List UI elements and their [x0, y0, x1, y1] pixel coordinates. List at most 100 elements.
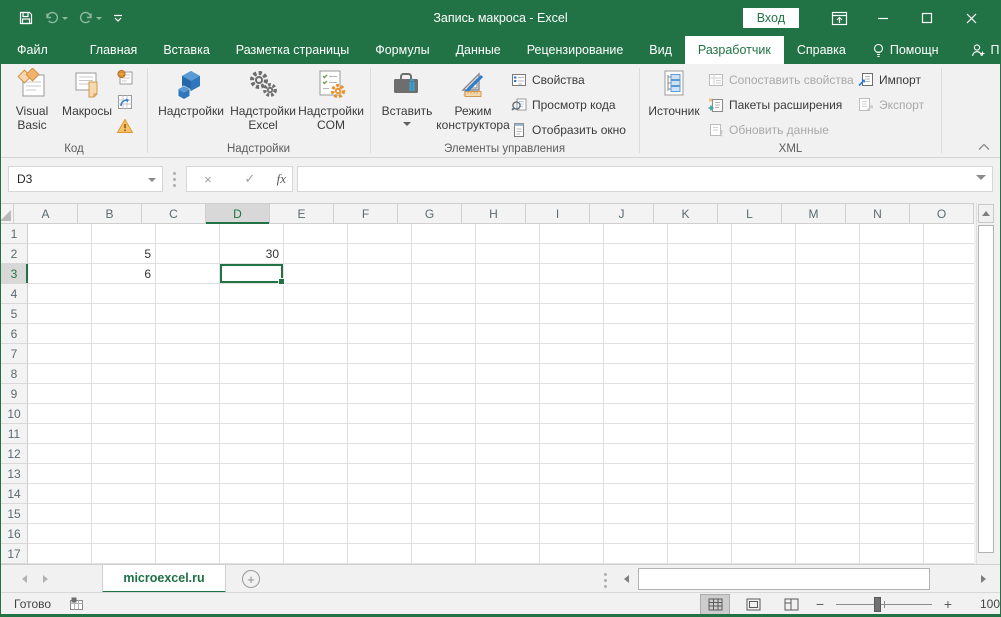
cell-C4[interactable] [156, 284, 220, 304]
cell-F4[interactable] [348, 284, 412, 304]
row-header-6[interactable]: 6 [1, 324, 28, 344]
cell-I12[interactable] [540, 444, 604, 464]
minimize-button[interactable] [861, 0, 905, 36]
cell-I3[interactable] [540, 264, 604, 284]
cell-D10[interactable] [220, 404, 284, 424]
cell-E7[interactable] [284, 344, 348, 364]
cell-F15[interactable] [348, 504, 412, 524]
cell-K8[interactable] [668, 364, 732, 384]
cell-B7[interactable] [92, 344, 156, 364]
cell-I7[interactable] [540, 344, 604, 364]
cell-K7[interactable] [668, 344, 732, 364]
cell-J12[interactable] [604, 444, 668, 464]
cell-E9[interactable] [284, 384, 348, 404]
cell-B16[interactable] [92, 524, 156, 544]
cell-I6[interactable] [540, 324, 604, 344]
cell-B12[interactable] [92, 444, 156, 464]
cell-A13[interactable] [28, 464, 92, 484]
cell-K13[interactable] [668, 464, 732, 484]
cell-O16[interactable] [924, 524, 974, 544]
cell-C8[interactable] [156, 364, 220, 384]
cell-G9[interactable] [412, 384, 476, 404]
cell-L4[interactable] [732, 284, 796, 304]
cell-J14[interactable] [604, 484, 668, 504]
cell-H3[interactable] [476, 264, 540, 284]
cell-A10[interactable] [28, 404, 92, 424]
zoom-out-button[interactable]: − [812, 596, 828, 612]
cell-E1[interactable] [284, 224, 348, 244]
row-header-17[interactable]: 17 [1, 544, 28, 564]
cell-K17[interactable] [668, 544, 732, 564]
cell-M4[interactable] [796, 284, 860, 304]
horizontal-scrollbar-thumb[interactable] [638, 568, 930, 590]
cell-K1[interactable] [668, 224, 732, 244]
cell-I9[interactable] [540, 384, 604, 404]
cell-B10[interactable] [92, 404, 156, 424]
cell-B5[interactable] [92, 304, 156, 324]
cell-F9[interactable] [348, 384, 412, 404]
column-header-H[interactable]: H [462, 204, 526, 224]
cell-E14[interactable] [284, 484, 348, 504]
cell-N9[interactable] [860, 384, 924, 404]
sheet-tab-active[interactable]: microexcel.ru [102, 565, 226, 593]
cell-E13[interactable] [284, 464, 348, 484]
cell-M16[interactable] [796, 524, 860, 544]
cell-M15[interactable] [796, 504, 860, 524]
cell-D8[interactable] [220, 364, 284, 384]
row-header-4[interactable]: 4 [1, 284, 28, 304]
cell-K14[interactable] [668, 484, 732, 504]
tab-tell-me[interactable]: Помощн [859, 36, 952, 64]
cell-G13[interactable] [412, 464, 476, 484]
cell-B3[interactable]: 6 [92, 264, 156, 284]
cell-B2[interactable]: 5 [92, 244, 156, 264]
cell-B9[interactable] [92, 384, 156, 404]
tab-home[interactable]: Главная [77, 36, 151, 64]
cell-L12[interactable] [732, 444, 796, 464]
cell-K15[interactable] [668, 504, 732, 524]
row-header-14[interactable]: 14 [1, 484, 28, 504]
cell-J6[interactable] [604, 324, 668, 344]
cell-I17[interactable] [540, 544, 604, 564]
cell-L6[interactable] [732, 324, 796, 344]
tab-page-layout[interactable]: Разметка страницы [223, 36, 362, 64]
cell-F10[interactable] [348, 404, 412, 424]
cell-N15[interactable] [860, 504, 924, 524]
cell-H2[interactable] [476, 244, 540, 264]
cell-K2[interactable] [668, 244, 732, 264]
cell-A1[interactable] [28, 224, 92, 244]
cell-L15[interactable] [732, 504, 796, 524]
cell-H4[interactable] [476, 284, 540, 304]
cell-N8[interactable] [860, 364, 924, 384]
cell-M5[interactable] [796, 304, 860, 324]
addins-button[interactable]: Надстройки [154, 66, 228, 118]
row-header-10[interactable]: 10 [1, 404, 28, 424]
column-header-E[interactable]: E [270, 204, 334, 224]
cell-B1[interactable] [92, 224, 156, 244]
insert-function-button[interactable]: fx [277, 171, 286, 187]
cell-K12[interactable] [668, 444, 732, 464]
view-page-layout-button[interactable] [738, 594, 768, 615]
cell-B15[interactable] [92, 504, 156, 524]
cell-D17[interactable] [220, 544, 284, 564]
cell-G10[interactable] [412, 404, 476, 424]
cell-G7[interactable] [412, 344, 476, 364]
cell-J16[interactable] [604, 524, 668, 544]
cell-H6[interactable] [476, 324, 540, 344]
cell-I8[interactable] [540, 364, 604, 384]
cell-O6[interactable] [924, 324, 974, 344]
tab-view[interactable]: Вид [636, 36, 685, 64]
cell-F3[interactable] [348, 264, 412, 284]
cell-C16[interactable] [156, 524, 220, 544]
cell-F1[interactable] [348, 224, 412, 244]
cell-C15[interactable] [156, 504, 220, 524]
cell-D2[interactable]: 30 [220, 244, 284, 264]
cell-H5[interactable] [476, 304, 540, 324]
cell-K9[interactable] [668, 384, 732, 404]
select-all-corner[interactable] [1, 204, 14, 224]
cell-L16[interactable] [732, 524, 796, 544]
cell-E12[interactable] [284, 444, 348, 464]
cell-H11[interactable] [476, 424, 540, 444]
cell-O12[interactable] [924, 444, 974, 464]
scroll-up-button[interactable] [978, 204, 994, 223]
column-header-D[interactable]: D [206, 204, 270, 224]
